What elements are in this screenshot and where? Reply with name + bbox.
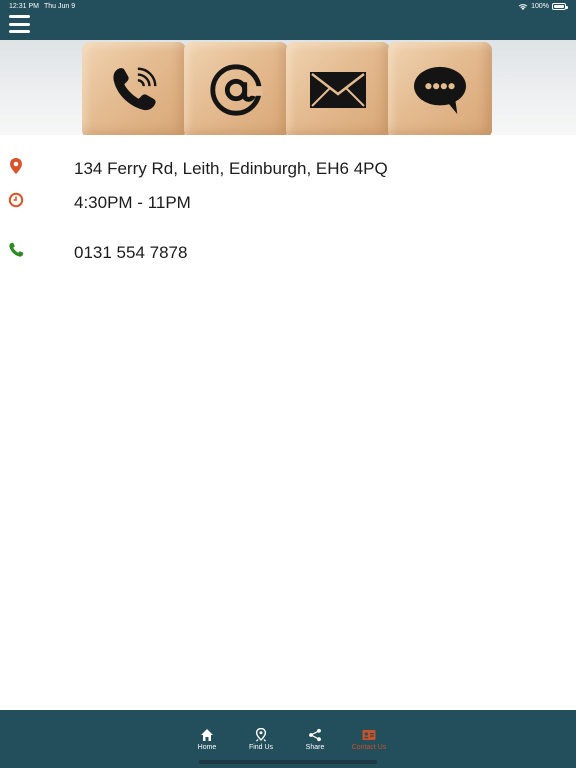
status-date: Thu Jun 9 [44, 3, 76, 10]
phone-row[interactable]: 0131 554 7878 [0, 242, 576, 266]
phone-icon [9, 242, 24, 257]
at-sign-icon [210, 64, 264, 116]
status-bar: 12:31 PM Thu Jun 9 100% [0, 0, 576, 13]
share-icon [309, 728, 321, 742]
wifi-icon [518, 3, 528, 10]
cube-envelope [286, 42, 390, 135]
hamburger-menu-icon[interactable] [9, 15, 30, 33]
envelope-icon [310, 72, 366, 108]
contact-banner-image [0, 40, 576, 135]
status-time: 12:31 PM [9, 3, 39, 10]
hours-row: 4:30PM - 11PM [0, 192, 576, 216]
battery-icon [552, 3, 568, 10]
location-pin-icon [10, 158, 22, 174]
cube-phone [82, 42, 186, 135]
home-indicator[interactable] [199, 760, 377, 764]
phone-number-text[interactable]: 0131 554 7878 [74, 243, 187, 263]
phone-icon [113, 67, 157, 111]
status-right-group: 100% [518, 0, 568, 13]
tab-home[interactable]: Home [182, 728, 232, 752]
cube-chat [388, 42, 492, 135]
tab-home-label: Home [197, 744, 217, 751]
map-pin-icon [255, 728, 267, 742]
clock-icon [8, 192, 24, 208]
tab-share[interactable]: Share [290, 728, 340, 752]
home-icon [201, 729, 213, 741]
cube-at [184, 42, 288, 135]
tab-find-us-label: Find Us [248, 744, 274, 751]
battery-percent: 100% [531, 3, 549, 10]
tab-contact-us[interactable]: Contact Us [344, 728, 394, 752]
hours-text: 4:30PM - 11PM [74, 193, 191, 212]
chat-bubble-icon [414, 66, 466, 115]
address-text: 134 Ferry Rd, Leith, Edinburgh, EH6 4PQ [74, 159, 388, 178]
address-row[interactable]: 134 Ferry Rd, Leith, Edinburgh, EH6 4PQ [0, 158, 576, 182]
tab-share-label: Share [305, 744, 325, 751]
tab-contact-us-label: Contact Us [351, 744, 387, 751]
top-header-bar: 12:31 PM Thu Jun 9 100% [0, 0, 576, 40]
tab-find-us[interactable]: Find Us [236, 728, 286, 752]
contact-card-icon [362, 730, 376, 740]
